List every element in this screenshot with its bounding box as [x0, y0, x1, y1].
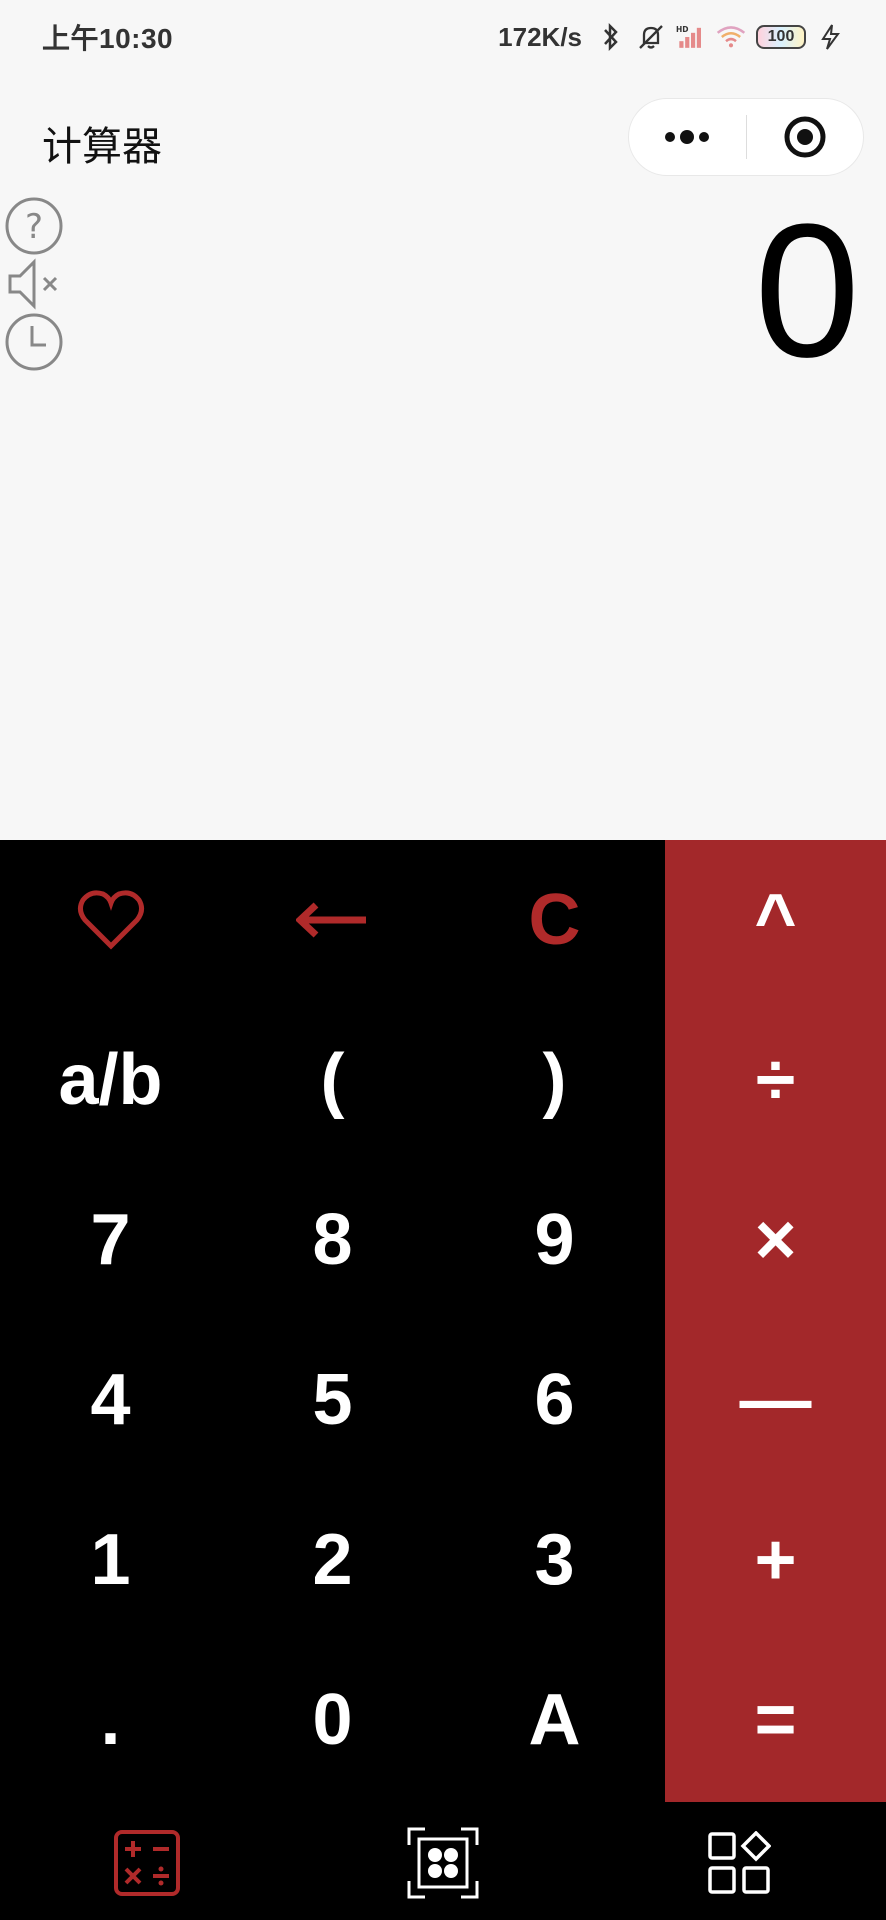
minus-key[interactable]: —: [665, 1320, 886, 1480]
bluetooth-icon: [596, 21, 626, 53]
apps-tab-icon: [708, 1831, 771, 1894]
close-target-icon: [784, 116, 826, 158]
charging-icon: [816, 21, 846, 53]
plus-key[interactable]: +: [665, 1480, 886, 1640]
digit-3-key[interactable]: 3: [444, 1480, 665, 1640]
fraction-key[interactable]: a/b: [0, 1000, 221, 1160]
svg-text:HD: HD: [676, 25, 689, 34]
help-icon[interactable]: ?: [4, 196, 64, 256]
title-bar: 计算器: [0, 96, 886, 182]
heart-icon: [77, 890, 144, 950]
digit-6-key[interactable]: 6: [444, 1320, 665, 1480]
wifi-icon: [716, 21, 746, 53]
mute-speaker-icon[interactable]: [4, 256, 64, 312]
tab-bar: [0, 1802, 886, 1920]
result-display: 0: [754, 185, 860, 397]
digit-0-key[interactable]: 0: [222, 1640, 443, 1800]
backspace-arrow-icon: [295, 902, 366, 938]
close-button[interactable]: [747, 98, 864, 176]
status-bar: 上午10:30 172K/s HD 100: [0, 0, 886, 74]
tab-apps[interactable]: [702, 1826, 776, 1900]
page-title: 计算器: [42, 125, 162, 169]
history-clock-icon[interactable]: [4, 312, 64, 372]
tab-calculator[interactable]: [110, 1826, 184, 1900]
digit-4-key[interactable]: 4: [0, 1320, 221, 1480]
status-indicators: 172K/s HD 100: [498, 21, 846, 53]
keypad: C ^ a/b ( ) ÷ 7 8 9 × 4 5 6 — 1 2 3 + . …: [0, 840, 886, 1802]
more-button[interactable]: [629, 98, 746, 176]
signal-hd-icon: HD: [676, 21, 706, 53]
digit-1-key[interactable]: 1: [0, 1480, 221, 1640]
favorite-key[interactable]: [0, 840, 221, 1000]
digit-7-key[interactable]: 7: [0, 1160, 221, 1320]
multiply-key[interactable]: ×: [665, 1160, 886, 1320]
battery-icon: 100: [756, 25, 806, 49]
tab-scan[interactable]: [406, 1826, 480, 1900]
clear-key[interactable]: C: [444, 840, 665, 1000]
decimal-key[interactable]: .: [0, 1640, 221, 1800]
answer-key[interactable]: A: [444, 1640, 665, 1800]
digit-5-key[interactable]: 5: [222, 1320, 443, 1480]
digit-8-key[interactable]: 8: [222, 1160, 443, 1320]
digit-9-key[interactable]: 9: [444, 1160, 665, 1320]
side-tools: ?: [4, 196, 68, 372]
backspace-key[interactable]: [222, 840, 443, 1000]
calculator-tab-icon: [114, 1830, 180, 1896]
status-time: 上午10:30: [42, 23, 174, 54]
svg-text:?: ?: [25, 207, 43, 247]
divide-key[interactable]: ÷: [665, 1000, 886, 1160]
mini-program-capsule: [628, 98, 864, 176]
network-speed: 172K/s: [498, 21, 582, 52]
equals-key[interactable]: =: [665, 1640, 886, 1800]
power-key[interactable]: ^: [665, 840, 886, 1000]
close-paren-key[interactable]: ): [444, 1000, 665, 1160]
scan-tab-icon: [407, 1827, 479, 1899]
mute-bell-icon: [636, 21, 666, 53]
open-paren-key[interactable]: (: [222, 1000, 443, 1160]
more-dots-icon: [665, 130, 710, 144]
digit-2-key[interactable]: 2: [222, 1480, 443, 1640]
